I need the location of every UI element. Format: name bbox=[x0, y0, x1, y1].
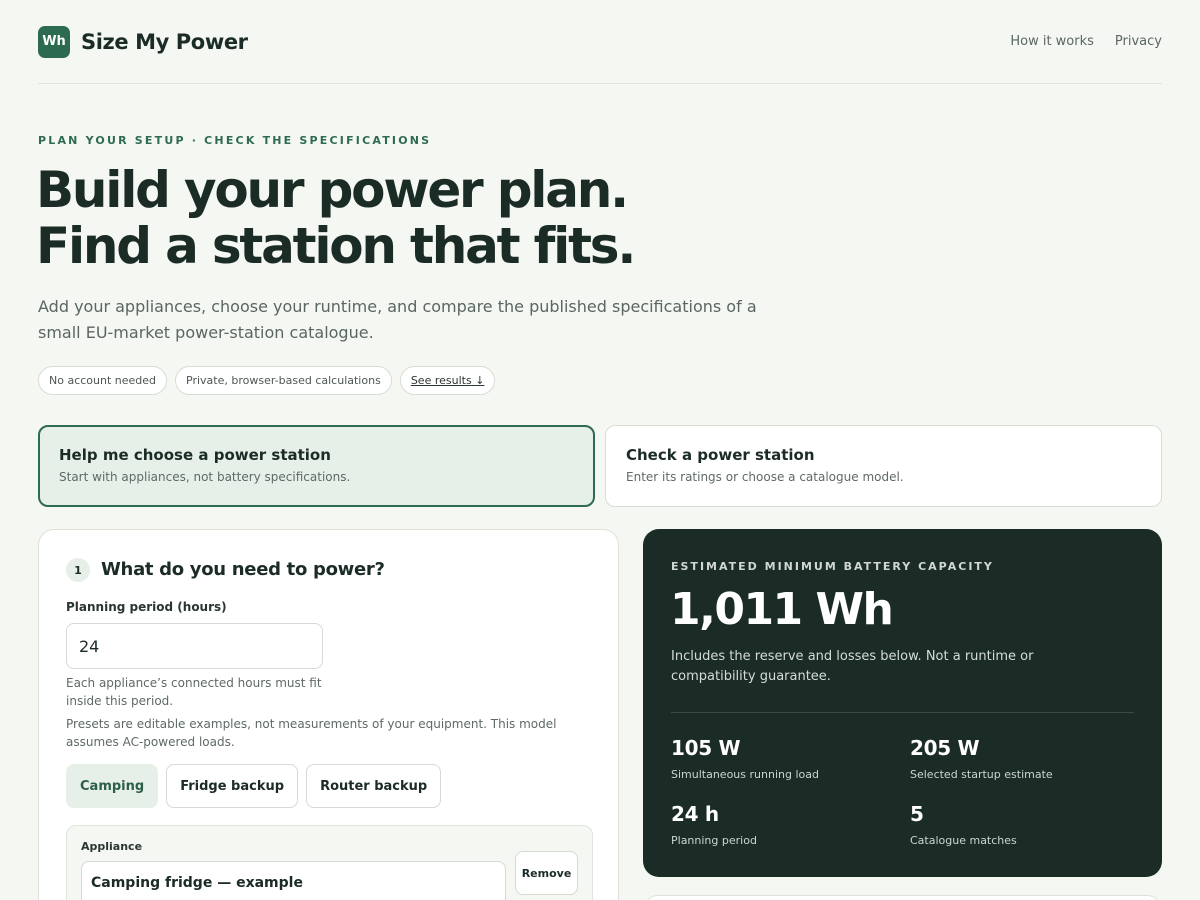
stat-catalogue-matches: 5 Catalogue matches bbox=[910, 802, 1017, 847]
feature-pills: No account needed Private, browser-based… bbox=[38, 366, 496, 395]
appliance-card: Appliance Remove bbox=[66, 825, 593, 900]
pill-private: Private, browser-based calculations bbox=[175, 366, 392, 395]
nav-privacy[interactable]: Privacy bbox=[1115, 34, 1162, 49]
preset-router-backup-button[interactable]: Router backup bbox=[306, 764, 442, 808]
appliance-label: Appliance bbox=[81, 840, 143, 853]
stat-planning-period: 24 h Planning period bbox=[671, 802, 757, 847]
mode-check-title: Check a power station bbox=[626, 446, 815, 464]
result-note: Includes the reserve and losses below. N… bbox=[671, 649, 1034, 684]
presets-help-text: Presets are editable examples, not measu… bbox=[66, 717, 557, 749]
arrow-down-icon: ↓ bbox=[475, 374, 485, 387]
nav-how-it-works[interactable]: How it works bbox=[1010, 34, 1094, 49]
stat-running-load: 105 W Simultaneous running load bbox=[671, 736, 819, 781]
stat-label: Catalogue matches bbox=[910, 834, 1017, 847]
mode-choose-subtitle: Start with appliances, not battery speci… bbox=[59, 470, 351, 484]
appliance-name-input[interactable] bbox=[81, 861, 506, 900]
see-results-link[interactable]: See results ↓ bbox=[399, 366, 496, 395]
brand[interactable]: Wh Size My Power bbox=[38, 25, 248, 58]
logo: Wh bbox=[38, 25, 70, 58]
planner-title: What do you need to power? bbox=[101, 559, 385, 580]
stat-startup-estimate: 205 W Selected startup estimate bbox=[910, 736, 1053, 781]
preset-buttons: Camping Fridge backup Router backup bbox=[66, 764, 442, 808]
see-results-label: See results bbox=[410, 374, 472, 387]
mode-choose-title: Help me choose a power station bbox=[59, 446, 331, 464]
result-panel: ESTIMATED MINIMUM BATTERY CAPACITY 1,011… bbox=[643, 529, 1162, 877]
title-line-1: Build your power plan. bbox=[36, 161, 629, 219]
next-card bbox=[643, 895, 1162, 900]
stat-value: 24 h bbox=[671, 802, 719, 826]
planner-panel: 1 What do you need to power? Planning pe… bbox=[38, 529, 619, 900]
hero-subtitle: Add your appliances, choose your runtime… bbox=[38, 297, 757, 342]
stat-value: 105 W bbox=[671, 736, 741, 760]
mode-check-subtitle: Enter its ratings or choose a catalogue … bbox=[626, 470, 904, 484]
title-line-2: Find a station that fits. bbox=[36, 217, 636, 275]
planning-period-input[interactable] bbox=[66, 623, 323, 669]
result-eyebrow: ESTIMATED MINIMUM BATTERY CAPACITY bbox=[671, 560, 994, 573]
site-header: Wh Size My Power How it works Privacy bbox=[38, 0, 1162, 84]
pill-no-account: No account needed bbox=[38, 366, 168, 395]
battery-capacity-value: 1,011 Wh bbox=[670, 584, 894, 635]
top-nav: How it works Privacy bbox=[1010, 34, 1162, 49]
stat-value: 205 W bbox=[910, 736, 980, 760]
stat-label: Selected startup estimate bbox=[910, 768, 1053, 781]
hero-eyebrow: PLAN YOUR SETUP · CHECK THE SPECIFICATIO… bbox=[38, 134, 432, 147]
mode-check-card[interactable]: Check a power station Enter its ratings … bbox=[605, 425, 1162, 507]
stat-value: 5 bbox=[910, 802, 924, 826]
page-title: Build your power plan. Find a station th… bbox=[36, 161, 636, 275]
brand-name: Size My Power bbox=[81, 29, 248, 54]
mode-choose-card[interactable]: Help me choose a power station Start wit… bbox=[38, 425, 595, 507]
preset-fridge-backup-button[interactable]: Fridge backup bbox=[166, 764, 299, 808]
planning-period-label: Planning period (hours) bbox=[66, 600, 227, 614]
stat-label: Simultaneous running load bbox=[671, 768, 819, 781]
preset-camping-button[interactable]: Camping bbox=[66, 764, 159, 808]
result-divider bbox=[671, 712, 1134, 713]
period-help-text: Each appliance’s connected hours must fi… bbox=[66, 676, 322, 708]
step-badge: 1 bbox=[66, 558, 90, 582]
stat-label: Planning period bbox=[671, 834, 757, 847]
remove-appliance-button[interactable]: Remove bbox=[515, 851, 578, 895]
